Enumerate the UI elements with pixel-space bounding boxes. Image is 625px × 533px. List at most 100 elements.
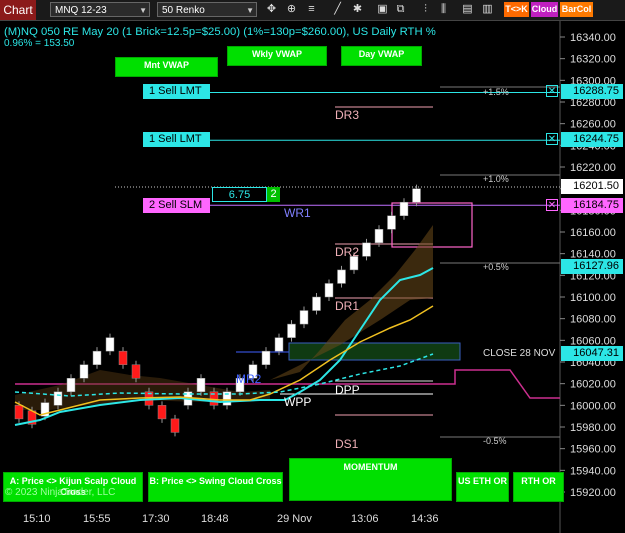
copyright-text: © 2023 NinjaTrader, LLC <box>5 487 116 498</box>
close-icon[interactable]: ✕ <box>546 133 558 145</box>
level-label-wpp: WPP <box>284 395 312 409</box>
chart-style-icon[interactable]: ⧉ <box>393 2 408 17</box>
properties-icon[interactable]: ≡ <box>304 2 319 17</box>
momentum-button[interactable]: MOMENTUM <box>289 458 452 501</box>
level-label-mr2: MR2 <box>236 372 262 386</box>
renko-brick <box>362 242 371 257</box>
renko-brick <box>399 201 409 216</box>
renko-brick <box>324 283 334 298</box>
price-tick-label: 16220.00 <box>570 162 616 174</box>
renko-brick <box>170 418 180 433</box>
price-tag-order-1: 16288.75 <box>561 84 623 99</box>
level-label-dr2: DR2 <box>335 245 360 259</box>
barcol-toggle-button[interactable]: BarCol <box>560 2 593 17</box>
cloud-toggle-button[interactable]: Cloud <box>531 2 558 17</box>
price-tick-label: 16080.00 <box>570 314 616 326</box>
wkly-vwap-button[interactable]: Wkly VWAP <box>227 46 327 66</box>
instrument-selector[interactable]: MNQ 12-23 ▼ <box>50 2 150 17</box>
time-label: 17:30 <box>142 513 170 525</box>
renko-brick <box>337 269 346 284</box>
renko-brick <box>312 296 321 311</box>
chevron-down-icon: ▼ <box>246 6 254 15</box>
renko-brick <box>374 229 384 244</box>
instrument-value: MNQ 12-23 <box>55 5 107 16</box>
time-label: 15:10 <box>23 513 51 525</box>
order-tag-sell-limit-2[interactable]: 1 Sell LMT <box>143 132 210 147</box>
order-tag-sell-limit-1[interactable]: 1 Sell LMT <box>143 84 210 99</box>
strategy-icon[interactable]: ⫼ <box>436 2 451 17</box>
rth-or-button[interactable]: RTH OR <box>513 472 564 502</box>
renko-brick <box>299 310 309 325</box>
price-tick-label: 15960.00 <box>570 444 616 456</box>
price-tick-label: 16000.00 <box>570 400 616 412</box>
level-label-dr1: DR1 <box>335 299 360 313</box>
snapshot-icon[interactable]: ▣ <box>375 2 390 17</box>
price-tick-label: 16020.00 <box>570 379 616 391</box>
close-level-label: CLOSE 28 NOV <box>483 348 556 359</box>
renko-brick <box>53 391 63 406</box>
zoom-in-icon[interactable]: ⊕ <box>284 2 299 17</box>
price-chart[interactable]: 16340.0016320.0016300.0016280.0016260.00… <box>0 21 625 533</box>
current-price-tag: 16201.50 <box>561 179 623 194</box>
template-icon[interactable]: ▥ <box>480 2 495 17</box>
level-label-dpp: DPP <box>335 383 360 397</box>
renko-brick <box>14 405 24 420</box>
price-tick-label: 15940.00 <box>570 465 616 477</box>
chevron-down-icon: ▼ <box>139 6 147 15</box>
time-label: 15:55 <box>83 513 111 525</box>
price-tag-order-3: 16184.75 <box>561 198 623 213</box>
time-label: 14:36 <box>411 513 439 525</box>
level-label-ds1: DS1 <box>335 437 359 451</box>
day-vwap-button[interactable]: Day VWAP <box>341 46 422 66</box>
renko-brick <box>118 350 128 365</box>
pct-label-plus-0-5: +0.5% <box>483 262 509 272</box>
draw-line-icon[interactable]: ╱ <box>330 2 345 17</box>
kijun-cloud <box>15 370 270 410</box>
time-label: 13:06 <box>351 513 379 525</box>
renko-brick <box>105 337 115 352</box>
chart-header-sub: 0.96% = 153.50 <box>4 38 75 49</box>
chart-toolbar: Chart MNQ 12-23 ▼ 50 Renko ▼ ✥ ⊕ ≡ ╱ ✱ ▣… <box>0 0 625 21</box>
renko-brick <box>412 188 421 203</box>
order-tag-sell-stop[interactable]: 2 Sell SLM <box>143 198 210 213</box>
level-label-dr3: DR3 <box>335 108 360 122</box>
cursor-icon[interactable]: ✥ <box>264 2 279 17</box>
level-label-wr1: WR1 <box>284 206 311 220</box>
renko-brick <box>261 350 271 365</box>
indicator-icon[interactable]: ⫶ <box>418 2 433 17</box>
pct-label-plus-1-5: +1.5% <box>483 87 509 97</box>
mnt-vwap-button[interactable]: Mnt VWAP <box>115 57 218 77</box>
chart-header-text: (M)NQ 050 RE May 20 (1 Brick=12.5p=$25.0… <box>4 26 436 38</box>
swing-cross-button[interactable]: B: Price <> Swing Cloud Cross <box>148 472 283 502</box>
price-tag-vwap: 16047.31 <box>561 346 623 361</box>
chart-title: Chart <box>0 0 36 20</box>
renko-brick <box>387 215 396 230</box>
price-tick-label: 16320.00 <box>570 54 616 66</box>
renko-brick <box>66 378 76 393</box>
close-icon[interactable]: ✕ <box>546 85 558 97</box>
price-tick-label: 16260.00 <box>570 119 616 131</box>
close-icon[interactable]: ✕ <box>546 199 558 211</box>
price-tick-label: 16100.00 <box>570 292 616 304</box>
period-selector[interactable]: 50 Renko ▼ <box>157 2 257 17</box>
data-box-icon[interactable]: ▤ <box>460 2 475 17</box>
price-tick-label: 15980.00 <box>570 422 616 434</box>
gear-icon[interactable]: ✱ <box>350 2 365 17</box>
renko-brick <box>92 350 102 365</box>
time-label: 29 Nov <box>277 513 312 525</box>
position-pnl: 6.75 <box>212 187 267 202</box>
time-label: 18:48 <box>201 513 229 525</box>
us-eth-or-button[interactable]: US ETH OR <box>456 472 509 502</box>
tk-toggle-button[interactable]: T<>K <box>504 2 529 17</box>
position-qty: 2 <box>267 187 280 202</box>
pct-label-plus-1-0: +1.0% <box>483 174 509 184</box>
renko-brick <box>274 337 284 352</box>
price-tag-order-2: 16244.75 <box>561 132 623 147</box>
period-value: 50 Renko <box>162 5 205 16</box>
renko-brick <box>287 323 296 338</box>
price-tick-label: 16340.00 <box>570 32 616 44</box>
chart-panel[interactable]: 16340.00 16320.00 16300.00 16280.00 16260.00… <box>0 21 625 533</box>
renko-brick <box>131 364 141 379</box>
price-tick-label: 16160.00 <box>570 227 616 239</box>
price-tick-label: 15920.00 <box>570 487 616 499</box>
